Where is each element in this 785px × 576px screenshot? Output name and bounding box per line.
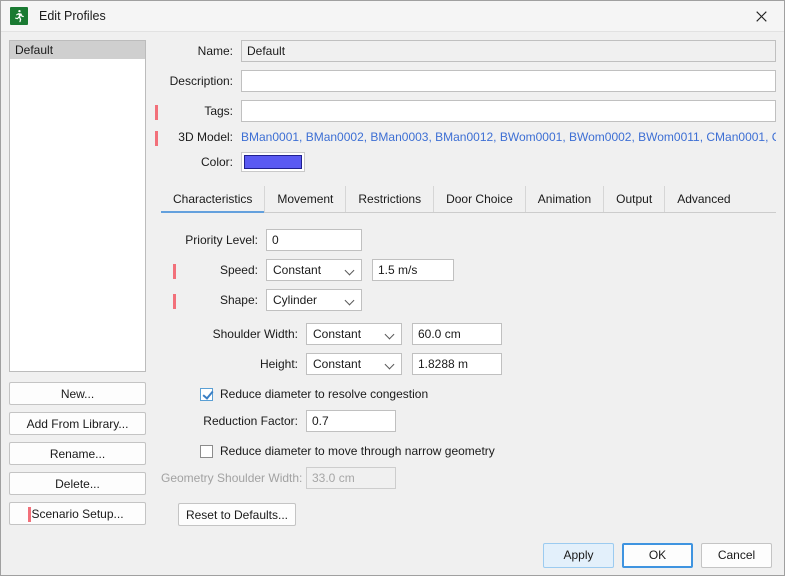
color-label: Color: xyxy=(200,155,233,169)
window-title: Edit Profiles xyxy=(39,9,106,23)
reduce-congestion-row: Reduce diameter to resolve congestion xyxy=(161,387,776,401)
tab-movement[interactable]: Movement xyxy=(265,186,347,212)
modified-marker xyxy=(173,264,176,279)
shoulder-width-mode-select[interactable]: Constant xyxy=(306,323,402,345)
speed-mode-select[interactable]: Constant xyxy=(266,259,362,281)
running-person-icon xyxy=(10,7,28,25)
tab-door-choice[interactable]: Door Choice xyxy=(434,186,526,212)
tags-label: Tags: xyxy=(155,104,241,120)
tags-label-text: Tags: xyxy=(204,104,233,118)
chevron-down-icon xyxy=(345,264,357,276)
reduce-narrow-checkbox[interactable] xyxy=(200,444,213,458)
priority-level-label: Priority Level: xyxy=(185,233,258,247)
add-from-library-button-label: Add From Library... xyxy=(26,416,129,431)
profile-actions: New... Add From Library... Rename... Del… xyxy=(9,382,146,525)
color-row: Color: xyxy=(161,152,776,172)
tags-row: Tags: xyxy=(155,100,776,122)
speed-mode-value: Constant xyxy=(273,263,322,277)
description-input[interactable] xyxy=(241,70,776,92)
profile-list[interactable]: Default xyxy=(9,40,146,372)
geometry-shoulder-width-input: 33.0 cm xyxy=(306,467,396,489)
scenario-setup-button-label: Scenario Setup... xyxy=(31,506,124,521)
geometry-shoulder-width-label: Geometry Shoulder Width: xyxy=(161,471,303,485)
priority-level-input[interactable]: 0 xyxy=(266,229,362,251)
apply-button[interactable]: Apply xyxy=(543,542,614,568)
tab-restrictions[interactable]: Restrictions xyxy=(346,186,435,212)
shoulder-width-label: Shoulder Width: xyxy=(212,327,298,341)
reduce-narrow-label: Reduce diameter to move through narrow g… xyxy=(220,444,495,458)
speed-label: Speed: xyxy=(161,263,266,279)
rename-button-label: Rename... xyxy=(49,446,106,461)
model-label-text: 3D Model: xyxy=(178,130,233,144)
new-button[interactable]: New... xyxy=(9,382,146,405)
tab-characteristics[interactable]: Characteristics xyxy=(161,186,266,213)
name-field[interactable]: Default xyxy=(241,40,776,62)
description-row: Description: xyxy=(161,70,776,92)
reduction-factor-row: Reduction Factor: 0.7 xyxy=(161,410,776,432)
add-from-library-button[interactable]: Add From Library... xyxy=(9,412,146,435)
scenario-setup-button[interactable]: Scenario Setup... xyxy=(9,502,146,525)
shoulder-width-row: Shoulder Width: Constant 60.0 cm xyxy=(161,323,776,345)
speed-label-text: Speed: xyxy=(219,263,258,277)
reduction-factor-label: Reduction Factor: xyxy=(203,414,298,428)
speed-row: Speed: Constant 1.5 m/s xyxy=(161,259,776,281)
reset-to-defaults-button[interactable]: Reset to Defaults... xyxy=(178,503,296,526)
tab-advanced[interactable]: Advanced xyxy=(665,186,742,212)
height-row: Height: Constant 1.8288 m xyxy=(161,353,776,375)
modified-marker xyxy=(155,131,158,146)
delete-button[interactable]: Delete... xyxy=(9,472,146,495)
ok-button[interactable]: OK xyxy=(622,542,693,568)
profiles-panel: Default New... Add From Library... Renam… xyxy=(1,32,153,533)
reduce-narrow-row: Reduce diameter to move through narrow g… xyxy=(161,444,776,458)
modified-marker xyxy=(155,105,158,120)
shoulder-width-value-input[interactable]: 60.0 cm xyxy=(412,323,502,345)
height-value-input[interactable]: 1.8288 m xyxy=(412,353,502,375)
tab-bar: Characteristics Movement Restrictions Do… xyxy=(161,186,776,213)
model-label: 3D Model: xyxy=(155,130,241,146)
shape-label-text: Shape: xyxy=(219,293,258,307)
title-bar: Edit Profiles xyxy=(1,1,784,32)
chevron-down-icon xyxy=(385,328,397,340)
close-icon[interactable] xyxy=(738,1,784,32)
height-mode-select[interactable]: Constant xyxy=(306,353,402,375)
reduce-congestion-checkbox[interactable] xyxy=(200,387,213,401)
description-label: Description: xyxy=(169,74,233,88)
shape-row: Shape: Cylinder xyxy=(161,289,776,311)
modified-marker xyxy=(173,294,176,309)
new-button-label: New... xyxy=(60,386,95,401)
shape-value: Cylinder xyxy=(273,293,318,307)
list-item[interactable]: Default xyxy=(10,41,145,59)
name-label: Name: xyxy=(197,44,233,58)
height-mode-value: Constant xyxy=(313,357,362,371)
characteristics-panel: Priority Level: 0 Speed: Constant 1.5 m/… xyxy=(161,213,776,526)
speed-value-input[interactable]: 1.5 m/s xyxy=(372,259,454,281)
edit-profiles-dialog: Edit Profiles Default New... Add From Li… xyxy=(0,0,785,576)
color-swatch xyxy=(244,155,302,169)
model-link-list[interactable]: BMan0001, BMan0002, BMan0003, BMan0012, … xyxy=(241,130,776,144)
shape-label: Shape: xyxy=(161,293,266,309)
model-row: 3D Model: BMan0001, BMan0002, BMan0003, … xyxy=(155,130,776,146)
modified-marker xyxy=(28,507,31,522)
reduce-congestion-label: Reduce diameter to resolve congestion xyxy=(220,387,429,401)
profile-editor: Name: Default Description: Tags: 3D Mode… xyxy=(153,32,784,533)
tab-animation[interactable]: Animation xyxy=(526,186,605,212)
chevron-down-icon xyxy=(345,294,357,306)
rename-button[interactable]: Rename... xyxy=(9,442,146,465)
dialog-footer: Apply OK Cancel xyxy=(1,533,784,576)
chevron-down-icon xyxy=(385,358,397,370)
cancel-button[interactable]: Cancel xyxy=(701,542,772,568)
color-picker-button[interactable] xyxy=(241,152,305,172)
shoulder-width-mode-value: Constant xyxy=(313,327,362,341)
priority-level-row: Priority Level: 0 xyxy=(161,229,776,251)
height-label: Height: xyxy=(259,357,298,371)
name-row: Name: Default xyxy=(161,40,776,62)
reset-to-defaults-label: Reset to Defaults... xyxy=(185,507,289,522)
shape-select[interactable]: Cylinder xyxy=(266,289,362,311)
geometry-shoulder-width-row: Geometry Shoulder Width: 33.0 cm xyxy=(161,467,776,489)
dialog-body: Default New... Add From Library... Renam… xyxy=(1,32,784,533)
reduction-factor-input[interactable]: 0.7 xyxy=(306,410,396,432)
delete-button-label: Delete... xyxy=(55,476,100,491)
tab-output[interactable]: Output xyxy=(604,186,666,212)
tags-input[interactable] xyxy=(241,100,776,122)
